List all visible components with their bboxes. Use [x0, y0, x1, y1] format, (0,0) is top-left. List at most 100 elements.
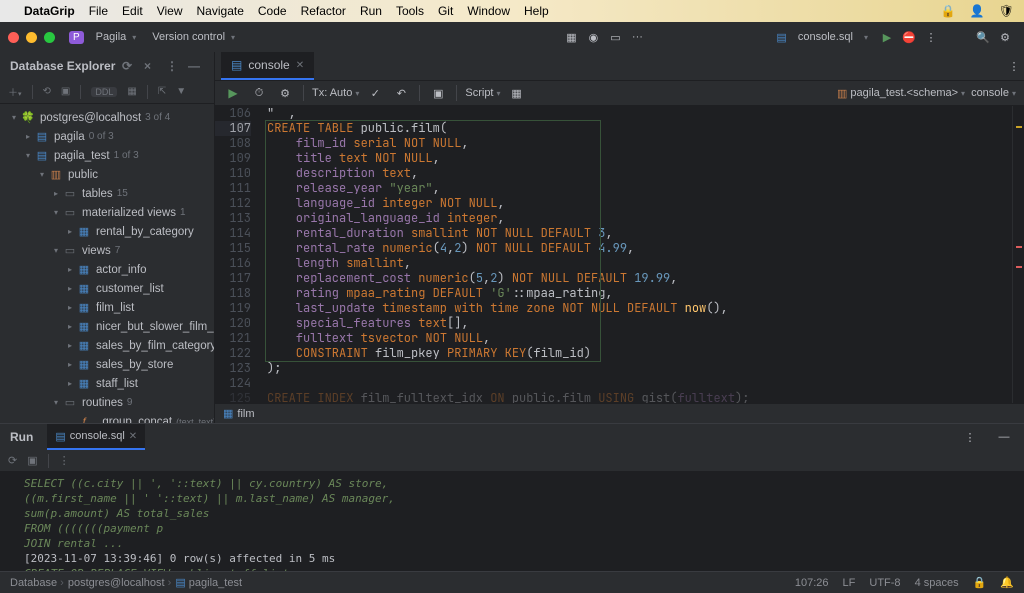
- menu-file[interactable]: File: [89, 4, 108, 18]
- execute-button[interactable]: ▶: [223, 83, 243, 103]
- refresh-icon[interactable]: ⟳: [122, 59, 138, 73]
- run-more-icon[interactable]: ⋮: [960, 427, 980, 447]
- error-strip[interactable]: ●1 ▲1 ✓56 ⌃: [1012, 106, 1024, 403]
- crumb-table-icon: ▦: [223, 407, 233, 420]
- tree-tables[interactable]: ▸▭tables15: [0, 184, 214, 203]
- profile-icon[interactable]: 👤: [970, 4, 985, 18]
- more-run-icon[interactable]: ⋮: [920, 26, 942, 48]
- tree-view[interactable]: ▸▦nicer_but_slower_film_list: [0, 317, 214, 336]
- table-icon[interactable]: ▦: [127, 86, 136, 97]
- editor-crumbs: ▦ film: [215, 403, 1024, 423]
- tree-mv-rental[interactable]: ▸▦rental_by_category: [0, 222, 214, 241]
- sync-icon[interactable]: ⟲: [43, 86, 51, 97]
- filter-icon[interactable]: ▼: [176, 86, 186, 97]
- script-mode[interactable]: Script: [465, 87, 500, 99]
- minimize-button[interactable]: [26, 32, 37, 43]
- tree-view[interactable]: ▸▦staff_list: [0, 374, 214, 393]
- code-body[interactable]: " , CREATE TABLE public.film( film_id se…: [259, 106, 1012, 403]
- tree-view[interactable]: ▸▦sales_by_store: [0, 355, 214, 374]
- caret-pos[interactable]: 107:26: [795, 577, 829, 589]
- menu-run[interactable]: Run: [360, 4, 382, 18]
- open-folder-icon[interactable]: ▭: [604, 26, 626, 48]
- stop-icon[interactable]: ▣: [61, 86, 70, 97]
- lock-icon[interactable]: 🔒: [941, 4, 956, 18]
- menu-git[interactable]: Git: [438, 4, 453, 18]
- grid-icon[interactable]: ▦: [507, 83, 527, 103]
- schema-selector[interactable]: ▥pagila_test.<schema>: [837, 87, 965, 100]
- ddl-button[interactable]: DDL: [91, 87, 117, 97]
- notifications-icon[interactable]: 🔔: [1000, 576, 1014, 589]
- line-ending[interactable]: LF: [843, 577, 856, 589]
- run-output[interactable]: SELECT ((c.city || ', '::text) || cy.cou…: [0, 472, 1024, 571]
- console-icon: ▤: [231, 58, 242, 72]
- maximize-button[interactable]: [44, 32, 55, 43]
- editor-tab-console[interactable]: ▤ console ✕: [221, 52, 314, 80]
- window-controls: [8, 32, 55, 43]
- menu-view[interactable]: View: [157, 4, 183, 18]
- db-explorer-header: Database Explorer ⟳ × ⋮ —: [0, 52, 214, 80]
- tree-view[interactable]: ▸▦film_list: [0, 298, 214, 317]
- status-crumbs[interactable]: Database postgres@localhost ▤ pagila_tes…: [10, 576, 242, 589]
- collapse-icon[interactable]: ×: [144, 59, 160, 73]
- more-icon[interactable]: ···: [626, 26, 648, 48]
- tree-matviews[interactable]: ▾▭materialized views1: [0, 203, 214, 222]
- menu-edit[interactable]: Edit: [122, 4, 143, 18]
- database-explorer: Database Explorer ⟳ × ⋮ — ＋▾ ⟲ ▣ DDL ▦ ⇱…: [0, 52, 215, 423]
- stop-run-icon[interactable]: ▣: [27, 454, 37, 467]
- run-tab[interactable]: ▤ console.sql ✕: [47, 424, 145, 450]
- menu-code[interactable]: Code: [258, 4, 287, 18]
- menu-tools[interactable]: Tools: [396, 4, 424, 18]
- hide-icon[interactable]: —: [188, 59, 204, 73]
- jump-to-source-icon[interactable]: ⇱: [158, 86, 166, 97]
- run-anything-icon[interactable]: ◉: [582, 26, 604, 48]
- project-badge: P: [69, 31, 84, 44]
- settings-icon[interactable]: ⚙: [994, 26, 1016, 48]
- run-hide-icon[interactable]: —: [994, 427, 1014, 447]
- tree-routines[interactable]: ▾▭routines9: [0, 393, 214, 412]
- run-button[interactable]: ▶: [876, 26, 898, 48]
- rerun-icon[interactable]: ⟳: [8, 454, 17, 467]
- tree-schema-public[interactable]: ▾▥public: [0, 165, 214, 184]
- current-file[interactable]: ▤ console.sql ▾: [768, 31, 876, 44]
- run-more2-icon[interactable]: ⋮: [59, 454, 70, 467]
- encoding[interactable]: UTF-8: [869, 577, 900, 589]
- menu-navigate[interactable]: Navigate: [197, 4, 244, 18]
- db-tree[interactable]: ▾🍀postgres@localhost3 of 4 ▸▤pagila0 of …: [0, 104, 214, 423]
- vc-selector[interactable]: Version control: [144, 31, 243, 43]
- tree-view[interactable]: ▸▦sales_by_film_category: [0, 336, 214, 355]
- menu-help[interactable]: Help: [524, 4, 549, 18]
- tree-view[interactable]: ▸▦customer_list: [0, 279, 214, 298]
- database-icon[interactable]: ▦: [560, 26, 582, 48]
- history-icon[interactable]: ⏱: [249, 83, 269, 103]
- add-icon[interactable]: ＋▾: [8, 84, 22, 99]
- tree-views[interactable]: ▾▭views7: [0, 241, 214, 260]
- search-icon[interactable]: 🔍: [972, 26, 994, 48]
- stop-exec-icon[interactable]: ▣: [428, 83, 448, 103]
- tree-db-pagila-test[interactable]: ▾▤pagila_test1 of 3: [0, 146, 214, 165]
- debug-button[interactable]: ⛔: [898, 26, 920, 48]
- more-icon[interactable]: ⋮: [166, 59, 182, 73]
- tx-mode[interactable]: Tx: Auto: [312, 87, 359, 99]
- explain-icon[interactable]: ⚙: [275, 83, 295, 103]
- tree-root[interactable]: ▾🍀postgres@localhost3 of 4: [0, 108, 214, 127]
- commit-icon[interactable]: ✓: [365, 83, 385, 103]
- close-tab-icon[interactable]: ✕: [296, 60, 304, 71]
- session-selector[interactable]: console: [971, 87, 1016, 99]
- tree-db-pagila[interactable]: ▸▤pagila0 of 3: [0, 127, 214, 146]
- rollback-icon[interactable]: ↶: [391, 83, 411, 103]
- crumb-label[interactable]: film: [237, 408, 254, 420]
- readonly-icon[interactable]: 🔒: [973, 576, 987, 589]
- run-panel: Run ▤ console.sql ✕ ⋮ — ⟳ ▣ ⋮ SELECT ((c…: [0, 423, 1024, 571]
- menu-refactor[interactable]: Refactor: [301, 4, 346, 18]
- tree-fn[interactable]: ƒ_group_concat(text, text): te: [0, 412, 214, 423]
- indent[interactable]: 4 spaces: [915, 577, 959, 589]
- project-selector[interactable]: Pagila: [88, 31, 145, 43]
- tree-view[interactable]: ▸▦actor_info: [0, 260, 214, 279]
- close-button[interactable]: [8, 32, 19, 43]
- shield-icon[interactable]: 🛡: [999, 4, 1014, 18]
- tabs-more-icon[interactable]: ⋮: [1004, 56, 1024, 76]
- app-name[interactable]: DataGrip: [24, 4, 75, 18]
- code-editor[interactable]: 1061071081091101111121131141151161171181…: [215, 106, 1024, 403]
- menu-window[interactable]: Window: [467, 4, 510, 18]
- status-bar: Database postgres@localhost ▤ pagila_tes…: [0, 571, 1024, 593]
